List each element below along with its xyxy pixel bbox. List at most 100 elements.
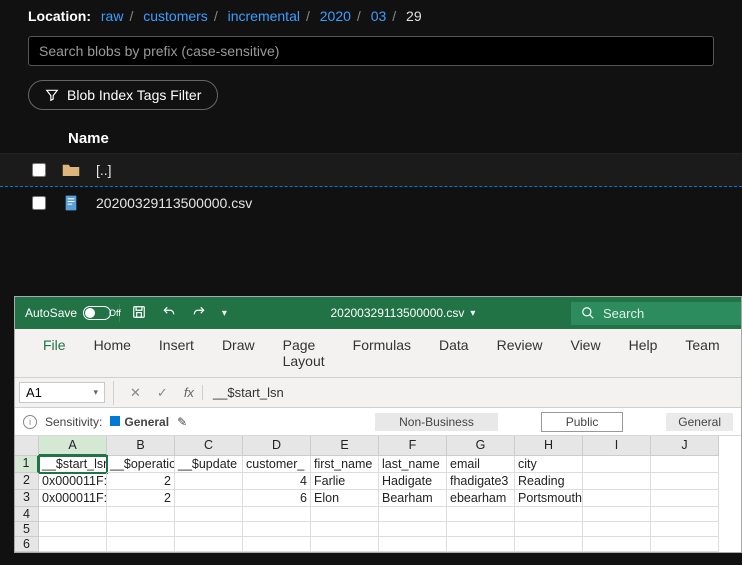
customize-qat-icon[interactable]: ▾ — [214, 308, 235, 319]
cell[interactable] — [107, 522, 175, 537]
name-box[interactable]: A1 ▾ — [19, 382, 105, 403]
cell[interactable] — [39, 537, 107, 552]
tab-page-layout[interactable]: Page Layout — [283, 337, 325, 369]
select-all-corner[interactable] — [15, 436, 39, 456]
cell[interactable]: Farlie — [311, 473, 379, 490]
cell[interactable]: 4 — [243, 473, 311, 490]
col-header[interactable]: C — [175, 436, 243, 456]
cell[interactable] — [515, 522, 583, 537]
cell[interactable] — [651, 522, 719, 537]
cell[interactable] — [175, 537, 243, 552]
cell[interactable]: Bearham — [379, 490, 447, 507]
excel-search-box[interactable] — [571, 302, 741, 325]
cell[interactable] — [583, 537, 651, 552]
cancel-formula-icon[interactable]: ✕ — [122, 385, 149, 401]
cell[interactable] — [447, 507, 515, 522]
cell[interactable] — [651, 537, 719, 552]
sens-general-button[interactable]: General — [666, 413, 733, 431]
tab-file[interactable]: File — [43, 337, 66, 369]
cell[interactable] — [175, 473, 243, 490]
cell[interactable] — [583, 473, 651, 490]
cell[interactable]: __$start_lsn — [39, 456, 107, 473]
cell[interactable]: customer_ — [243, 456, 311, 473]
sensitivity-info-icon[interactable]: i — [23, 415, 37, 429]
spreadsheet-grid[interactable]: A B C D E F G H I J 1 __$start_lsn __$op… — [15, 436, 741, 552]
row-header[interactable]: 6 — [15, 537, 39, 552]
cell[interactable]: __$update — [175, 456, 243, 473]
column-header-name[interactable]: Name — [0, 124, 742, 154]
cell[interactable] — [447, 537, 515, 552]
fx-icon[interactable]: fx — [176, 385, 202, 400]
cell[interactable]: fhadigate3 — [447, 473, 515, 490]
tab-home[interactable]: Home — [94, 337, 131, 369]
col-header[interactable]: B — [107, 436, 175, 456]
cell[interactable] — [515, 507, 583, 522]
autosave-control[interactable]: AutoSave Off — [15, 306, 115, 320]
cell[interactable]: last_name — [379, 456, 447, 473]
breadcrumb-link[interactable]: incremental — [228, 8, 300, 24]
tab-help[interactable]: Help — [629, 337, 658, 369]
cell[interactable] — [311, 507, 379, 522]
col-header[interactable]: D — [243, 436, 311, 456]
cell[interactable] — [583, 456, 651, 473]
cell[interactable] — [107, 507, 175, 522]
cell[interactable] — [379, 537, 447, 552]
cell[interactable] — [311, 537, 379, 552]
breadcrumb-link[interactable]: raw — [101, 8, 124, 24]
cell[interactable]: ebearham — [447, 490, 515, 507]
breadcrumb-link[interactable]: 03 — [371, 8, 387, 24]
toggle-off-icon[interactable] — [83, 306, 111, 320]
cell[interactable] — [175, 490, 243, 507]
cell[interactable] — [651, 456, 719, 473]
redo-icon[interactable] — [184, 305, 214, 322]
sens-public-button[interactable]: Public — [541, 412, 624, 432]
cell[interactable]: 0x000011F: — [39, 490, 107, 507]
cell[interactable] — [583, 490, 651, 507]
cell[interactable] — [243, 522, 311, 537]
col-header[interactable]: I — [583, 436, 651, 456]
cell[interactable] — [651, 473, 719, 490]
row-header[interactable]: 2 — [15, 473, 39, 490]
tab-view[interactable]: View — [570, 337, 600, 369]
tab-draw[interactable]: Draw — [222, 337, 255, 369]
row-header[interactable]: 3 — [15, 490, 39, 507]
cell[interactable] — [39, 522, 107, 537]
cell[interactable]: email — [447, 456, 515, 473]
cell[interactable] — [311, 522, 379, 537]
row-checkbox[interactable] — [32, 163, 46, 177]
col-header[interactable]: G — [447, 436, 515, 456]
cell[interactable] — [379, 507, 447, 522]
sens-non-business-button[interactable]: Non-Business — [375, 413, 498, 431]
tab-formulas[interactable]: Formulas — [353, 337, 411, 369]
cell[interactable]: Reading — [515, 473, 583, 490]
save-icon[interactable] — [124, 305, 154, 322]
cell[interactable] — [583, 507, 651, 522]
cell[interactable]: Hadigate — [379, 473, 447, 490]
cell[interactable] — [447, 522, 515, 537]
cell[interactable] — [379, 522, 447, 537]
cell[interactable] — [651, 507, 719, 522]
undo-icon[interactable] — [154, 305, 184, 322]
row-header[interactable]: 4 — [15, 507, 39, 522]
cell[interactable] — [583, 522, 651, 537]
breadcrumb-link[interactable]: 2020 — [320, 8, 351, 24]
blob-filter-button[interactable]: Blob Index Tags Filter — [28, 80, 218, 110]
breadcrumb-link[interactable]: customers — [143, 8, 208, 24]
cell[interactable]: Portsmouth — [515, 490, 583, 507]
cell[interactable] — [175, 507, 243, 522]
cell[interactable]: 2 — [107, 490, 175, 507]
search-input[interactable] — [28, 36, 714, 66]
cell[interactable]: city — [515, 456, 583, 473]
cell[interactable] — [107, 537, 175, 552]
col-header[interactable]: H — [515, 436, 583, 456]
tab-team[interactable]: Team — [685, 337, 719, 369]
col-header[interactable]: A — [39, 436, 107, 456]
cell[interactable] — [175, 522, 243, 537]
cell[interactable]: 2 — [107, 473, 175, 490]
row-header[interactable]: 1 — [15, 456, 39, 473]
cell[interactable]: Elon — [311, 490, 379, 507]
cell[interactable] — [243, 537, 311, 552]
row-header[interactable]: 5 — [15, 522, 39, 537]
chevron-down-icon[interactable]: ▾ — [470, 308, 475, 319]
row-checkbox[interactable] — [32, 196, 46, 210]
